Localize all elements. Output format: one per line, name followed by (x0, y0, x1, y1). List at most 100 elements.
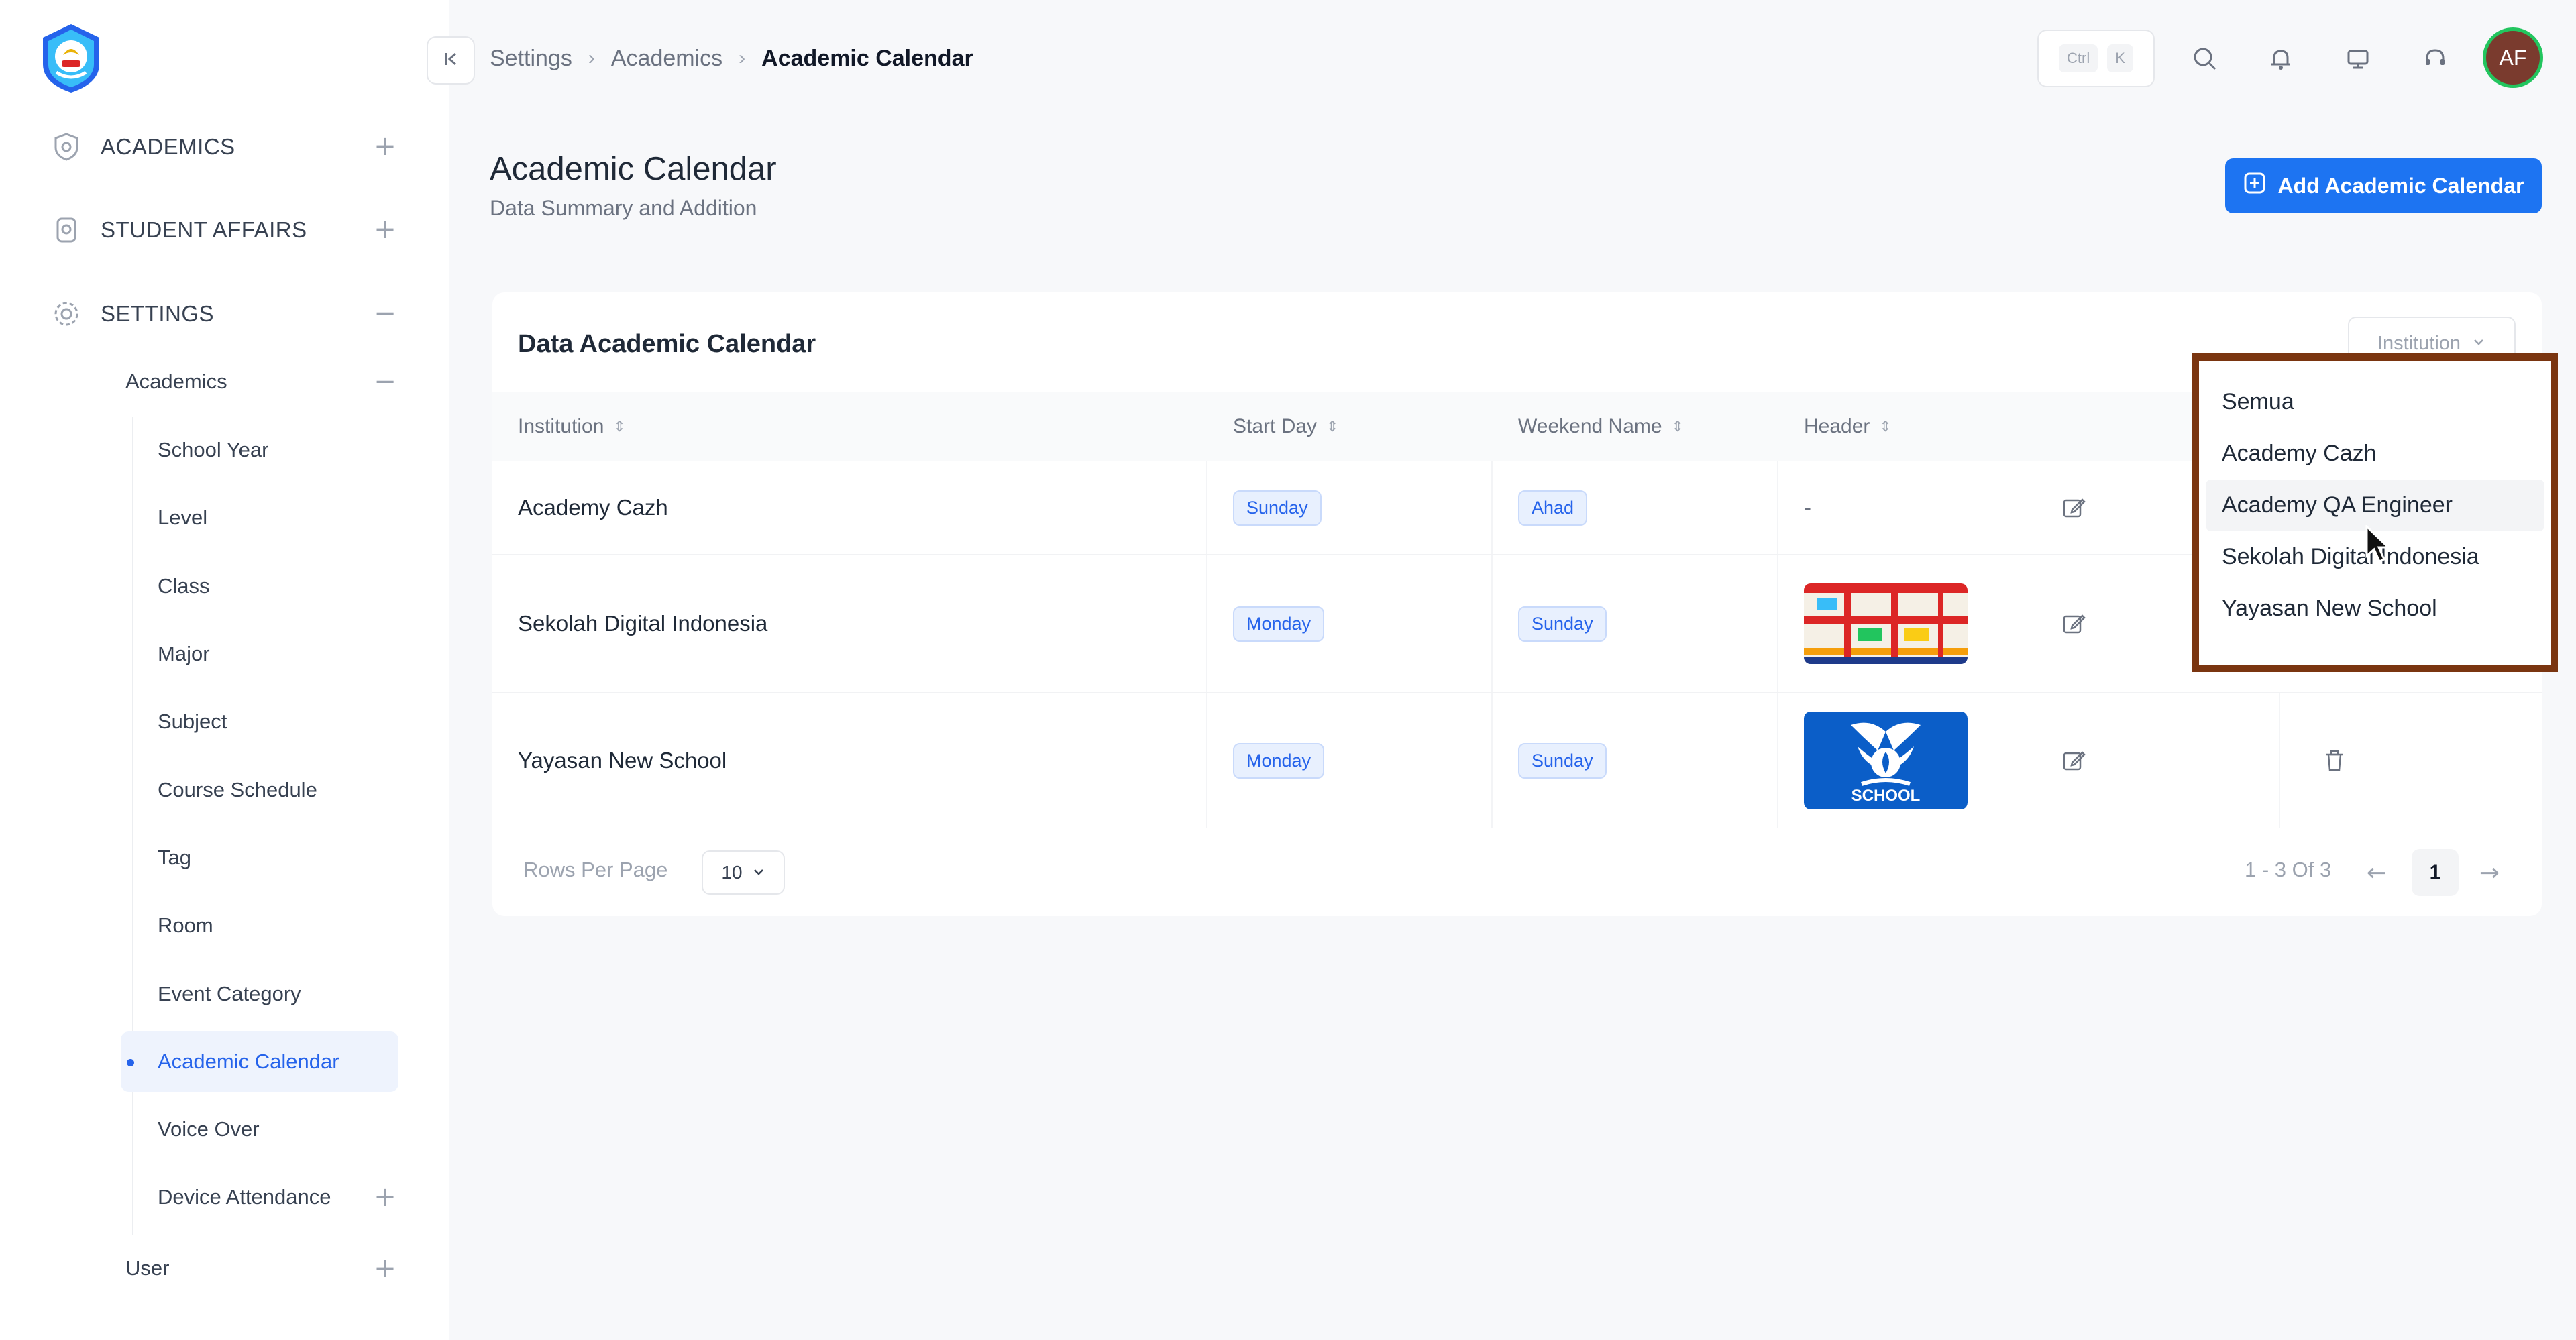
sidebar-item-academic-calendar[interactable]: Academic Calendar (121, 1031, 398, 1092)
column-divider (1491, 461, 1493, 554)
sidebar-item-label: School Year (158, 438, 269, 461)
sidebar-item-class[interactable]: Class (121, 556, 398, 616)
start-day-badge: Sunday (1233, 490, 1322, 526)
sidebar-item-course-schedule[interactable]: Course Schedule (121, 760, 398, 820)
rows-per-page-label: Rows Per Page (523, 858, 668, 881)
column-header-start-day[interactable]: Start Day ⇕ (1233, 392, 1338, 461)
collapse-icon[interactable]: − (372, 368, 398, 395)
sidebar-item-label: Course Schedule (158, 778, 317, 801)
breadcrumb-current: Academic Calendar (761, 45, 973, 71)
plus-square-icon (2243, 172, 2266, 200)
support-icon[interactable] (2414, 38, 2457, 80)
dropdown-options: Semua Academy Cazh Academy QA Engineer S… (2206, 376, 2544, 634)
rows-per-page-value: 10 (721, 862, 743, 883)
sidebar-group-label: Academics (125, 370, 227, 393)
expand-icon[interactable]: + (372, 1184, 398, 1211)
calendar-header-image[interactable] (1804, 583, 1968, 664)
weekend-badge: Sunday (1518, 606, 1607, 642)
page-subtitle: Data Summary and Addition (490, 196, 757, 220)
sidebar-item-label: Tag (158, 846, 191, 869)
column-label: Start Day (1233, 415, 1318, 437)
dropdown-option-academy-cazh[interactable]: Academy Cazh (2206, 428, 2544, 480)
active-dot (127, 1059, 134, 1066)
edit-icon[interactable] (2055, 605, 2093, 643)
expand-icon[interactable]: + (372, 216, 398, 243)
sidebar-group-academics[interactable]: Academics − (125, 360, 398, 403)
column-divider (1206, 693, 1208, 828)
cell-header: - (1804, 495, 1811, 520)
chevron-down-icon (2471, 333, 2486, 355)
column-header-weekend-name[interactable]: Weekend Name ⇕ (1518, 392, 1684, 461)
sidebar-section-label: SETTINGS (101, 301, 215, 326)
cell-institution: Academy Cazh (518, 495, 668, 520)
column-divider (1491, 693, 1493, 828)
add-academic-calendar-button[interactable]: Add Academic Calendar (2225, 158, 2542, 213)
next-page-arrow-icon[interactable]: → (2472, 849, 2507, 896)
app-logo[interactable] (36, 23, 106, 94)
sidebar-item-label: Room (158, 913, 213, 937)
table-row: Yayasan New School Monday Sunday SCHOOL (492, 693, 2542, 828)
monitor-icon[interactable] (2337, 38, 2379, 80)
sidebar-section-student-affairs[interactable]: STUDENT AFFAIRS + (50, 207, 398, 254)
sidebar-group-label: User (125, 1256, 170, 1280)
prev-page-arrow-icon[interactable]: ← (2359, 849, 2394, 896)
edit-icon[interactable] (2055, 742, 2093, 779)
column-label: Header (1804, 415, 1870, 437)
expand-icon[interactable]: + (372, 1255, 398, 1282)
column-divider (1206, 555, 1208, 692)
collapse-icon[interactable]: − (372, 300, 398, 327)
column-header-institution[interactable]: Institution ⇕ (518, 392, 626, 461)
sidebar-item-device-attendance[interactable]: Device Attendance + (121, 1167, 398, 1227)
sidebar-item-label: Major (158, 642, 210, 665)
cell-institution: Yayasan New School (518, 748, 727, 773)
breadcrumb-academics[interactable]: Academics (611, 46, 722, 72)
app-root: ACADEMICS + STUDENT AFFAIRS + SETTINGS −… (0, 0, 2576, 1340)
sidebar-section-settings[interactable]: SETTINGS − (50, 290, 398, 337)
trash-icon[interactable] (2316, 742, 2353, 779)
breadcrumb: Settings › Academics › Academic Calendar (490, 42, 973, 75)
sidebar-item-level[interactable]: Level (121, 488, 398, 548)
sidebar-item-room[interactable]: Room (121, 895, 398, 956)
sidebar-item-label: Academic Calendar (158, 1050, 339, 1073)
sort-icon: ⇕ (1879, 418, 1892, 435)
rows-per-page-select[interactable]: 10 (702, 850, 785, 895)
sidebar-item-subject[interactable]: Subject (121, 691, 398, 752)
edit-icon[interactable] (2055, 489, 2093, 526)
dropdown-option-academy-qa-engineer[interactable]: Academy QA Engineer (2206, 480, 2544, 531)
sidebar-item-label: Voice Over (158, 1117, 260, 1141)
page-number-button[interactable]: 1 (2412, 849, 2459, 896)
sort-icon: ⇕ (613, 418, 626, 435)
weekend-badge: Ahad (1518, 490, 1588, 526)
filter-placeholder: Institution (2377, 332, 2461, 354)
sort-icon: ⇕ (1671, 418, 1684, 435)
dropdown-option-semua[interactable]: Semua (2206, 376, 2544, 428)
bell-icon[interactable] (2259, 38, 2302, 80)
column-label: Institution (518, 415, 604, 437)
school-logo-image[interactable]: SCHOOL (1804, 712, 1968, 809)
page-title: Academic Calendar (490, 151, 777, 187)
sidebar-item-label: Event Category (158, 982, 301, 1005)
sidebar-item-major[interactable]: Major (121, 624, 398, 684)
student-icon (50, 213, 83, 247)
collapse-sidebar-button[interactable] (427, 36, 475, 85)
sidebar-item-school-year[interactable]: School Year (121, 420, 398, 480)
avatar[interactable]: AF (2483, 27, 2543, 88)
dropdown-option-yayasan-new-school[interactable]: Yayasan New School (2206, 583, 2544, 634)
sidebar-item-voice-over[interactable]: Voice Over (121, 1099, 398, 1160)
collapse-left-icon (441, 49, 461, 72)
shield-icon (50, 130, 83, 164)
sidebar-item-label: Class (158, 574, 210, 598)
breadcrumb-settings[interactable]: Settings (490, 46, 572, 72)
kbd-k: K (2107, 44, 2133, 72)
pagination-info: 1 - 3 Of 3 (2245, 858, 2332, 881)
command-palette-shortcut[interactable]: Ctrl K (2037, 30, 2155, 87)
column-label: Weekend Name (1518, 415, 1662, 437)
sidebar-section-academics[interactable]: ACADEMICS + (50, 123, 398, 170)
sidebar-item-tag[interactable]: Tag (121, 828, 398, 888)
sidebar-item-event-category[interactable]: Event Category (121, 964, 398, 1024)
sidebar-group-user[interactable]: User + (125, 1247, 398, 1290)
column-header-header[interactable]: Header ⇕ (1804, 392, 1892, 461)
search-icon[interactable] (2184, 38, 2226, 80)
expand-icon[interactable]: + (372, 133, 398, 160)
column-divider (1491, 555, 1493, 692)
